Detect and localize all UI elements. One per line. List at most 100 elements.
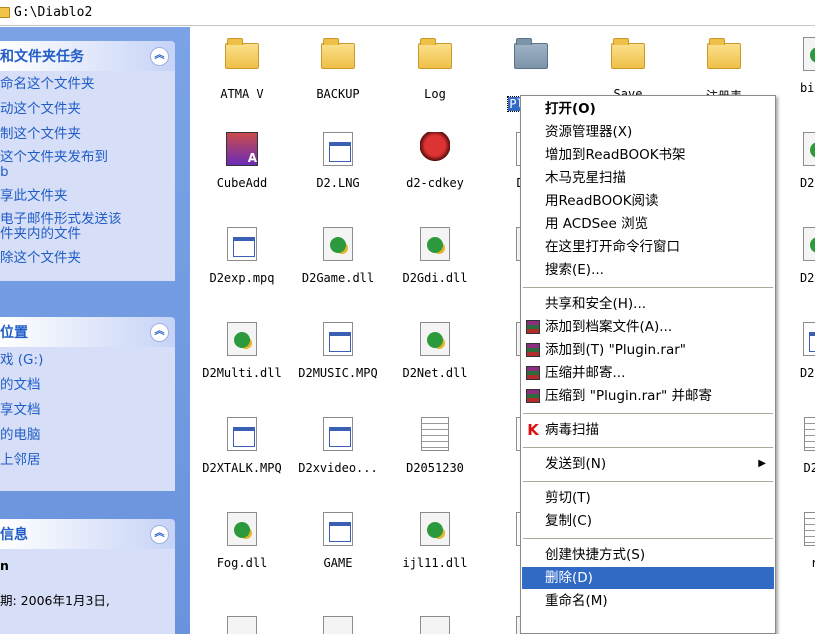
file-item[interactable]: ijl11.dll [387,512,483,570]
file-tasks-header[interactable]: 和文件夹任务 ︽ [0,41,175,71]
kaspersky-icon: K [527,421,539,439]
menu-item[interactable]: 用ReadBOOK阅读 [522,190,774,212]
file-name: D2vid [799,366,815,380]
file-item[interactable]: D2Gdi.dll [387,227,483,285]
file-item[interactable] [290,602,386,634]
task-link[interactable]: 动这个文件夹 [0,100,175,118]
menu-item-label: 搜索(E)... [545,262,604,278]
task-link[interactable]: 电子邮件形式发送该 件夹内的文件 [0,212,175,242]
document-icon [420,616,450,634]
task-link[interactable]: 上邻居 [0,451,175,469]
address-bar[interactable]: G:\Diablo2 [0,0,815,26]
context-menu: 打开(O) 资源管理器(X) 增加到ReadBOOK书架木马克星扫描 用ReadBOO… [520,95,776,634]
menu-item-label: 剪切(T) [545,490,591,506]
task-link[interactable]: 制这个文件夹 [0,125,175,143]
menu-item-label: 共享和安全(H)... [545,296,647,312]
menu-item[interactable]: 增加到ReadBOOK书架 [522,144,774,166]
file-item[interactable]: d2-cdkey [387,132,483,190]
menu-item[interactable]: 共享和安全(H)... [522,293,774,315]
file-item[interactable]: BACKUP [290,37,386,101]
file-name: ATMA V [220,87,264,101]
menu-item-label: 添加到档案文件(A)... [545,319,673,335]
task-link[interactable]: 的电脑 [0,426,175,444]
file-item[interactable]: D2.LNG [290,132,386,190]
dll-icon [418,227,452,261]
menu-separator [523,413,773,414]
menu-item[interactable]: 资源管理器(X) [522,121,774,143]
text-file-icon [801,417,815,451]
menu-item[interactable]: 用 ACDSee 浏览 [522,213,774,235]
window-file-icon [321,322,355,356]
task-link[interactable]: 的文档 [0,376,175,394]
file-name: D200 [803,461,815,475]
collapse-icon[interactable]: ︽ [150,322,169,342]
file-item[interactable]: D200 [770,417,815,475]
file-item[interactable]: D2exp.mpq [194,227,290,285]
menu-item[interactable]: 发送到(N) ▶ [522,453,774,475]
file-item[interactable]: D2MUSIC.MPQ [290,322,386,380]
menu-item-label: 增加到ReadBOOK书架 [545,147,686,163]
window-file-icon [321,417,355,451]
menu-item[interactable]: 添加到档案文件(A)... [522,316,774,338]
menu-item-label: 资源管理器(X) [545,124,633,140]
menu-item[interactable]: 打开(O) [522,98,774,120]
file-name: CubeAdd [216,176,268,190]
file-item[interactable]: CubeAdd [194,132,290,190]
submenu-arrow-icon: ▶ [758,458,766,469]
file-item[interactable]: Save [580,37,676,101]
file-name: D2Game.dll [301,271,375,285]
file-item[interactable]: D2XTALK.MPQ [194,417,290,475]
dll-icon [418,512,452,546]
details-header[interactable]: 信息 ︽ [0,519,175,549]
file-name: D2exp.mpq [209,271,275,285]
window-file-icon [321,132,355,166]
file-item[interactable]: D2Net.dll [387,322,483,380]
task-link[interactable]: 命名这个文件夹 [0,75,175,93]
file-item[interactable] [194,602,290,634]
other-places-header[interactable]: 位置 ︽ [0,317,175,347]
menu-item-label: 病毒扫描 [545,422,599,438]
collapse-icon[interactable]: ︽ [150,46,169,66]
task-link[interactable]: 这个文件夹发布到 b [0,150,175,180]
file-item[interactable]: D2Com [770,132,815,190]
file-tasks-panel: 和文件夹任务 ︽ 命名这个文件夹 动这个文件夹 制这个文件夹这个文件夹发布到 b 享此… [0,41,175,281]
menu-item[interactable]: 压缩到 "Plugin.rar" 并邮寄 [522,385,774,407]
file-item[interactable]: 注册表 [676,37,772,104]
file-name: D2xvideo... [298,461,378,475]
file-item[interactable]: D2Lau [770,227,815,285]
menu-item[interactable]: 在这里打开命令行窗口 [522,236,774,258]
file-item[interactable]: D2Game.dll [290,227,386,285]
menu-item[interactable]: 复制(C) [522,510,774,532]
winrar-icon [526,389,540,403]
menu-item[interactable]: 搜索(E)... [522,259,774,281]
task-link[interactable]: 享此文件夹 [0,187,175,205]
task-link[interactable]: 除这个文件夹 [0,249,175,267]
menu-item[interactable]: K 病毒扫描 [522,419,774,441]
file-item[interactable]: Fog.dll [194,512,290,570]
file-item[interactable]: D2xvideo... [290,417,386,475]
file-item[interactable]: Log [387,37,483,101]
menu-item[interactable]: 压缩并邮寄... [522,362,774,384]
menu-item[interactable]: 剪切(T) [522,487,774,509]
folder-icon [0,7,10,18]
window-file-icon [225,227,259,261]
winrar-icon [526,343,540,357]
menu-item[interactable]: 删除(D) [522,567,774,589]
menu-item[interactable]: 重命名(M) [522,590,774,612]
file-name: D2Gdi.dll [402,271,468,285]
file-item[interactable]: D2vid [770,322,815,380]
file-item[interactable]: re [770,512,815,570]
file-name: D2Net.dll [402,366,468,380]
file-item[interactable] [387,602,483,634]
menu-item[interactable]: 木马克星扫描 [522,167,774,189]
file-item[interactable]: binkw [770,37,815,95]
menu-item[interactable]: 创建快捷方式(S) [522,544,774,566]
menu-item[interactable]: 添加到(T) "Plugin.rar" [522,339,774,361]
file-item[interactable]: ATMA V [194,37,290,101]
task-link[interactable]: 戏 (G:) [0,351,175,369]
collapse-icon[interactable]: ︽ [150,524,169,544]
file-item[interactable]: GAME [290,512,386,570]
file-item[interactable]: D2051230 [387,417,483,475]
file-item[interactable]: D2Multi.dll [194,322,290,380]
task-link[interactable]: 享文档 [0,401,175,419]
